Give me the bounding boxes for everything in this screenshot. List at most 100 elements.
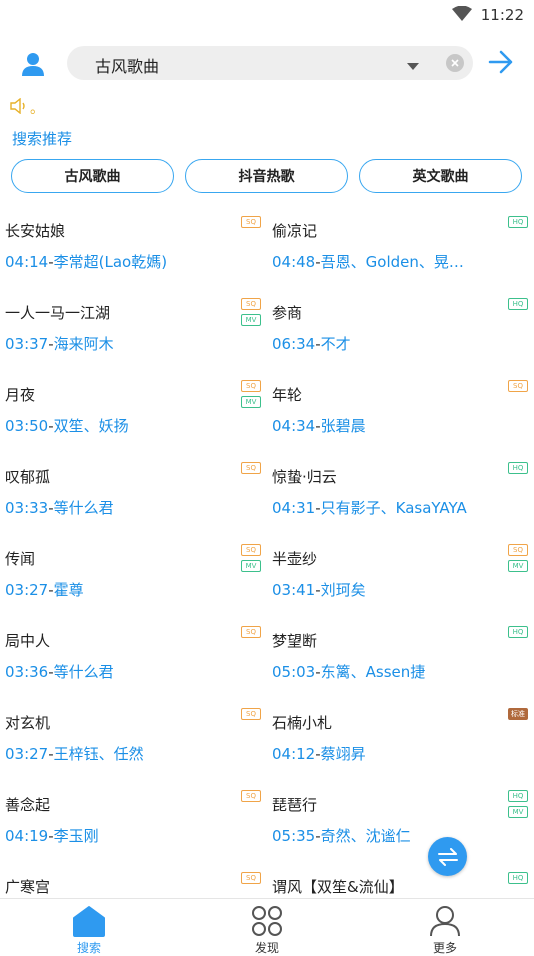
song-duration: 03:37 — [5, 335, 49, 353]
song-meta: 03:41-刘珂矣 — [272, 579, 366, 600]
chip-recommend[interactable]: 英文歌曲 — [359, 159, 522, 193]
chip-recommend[interactable]: 抖音热歌 — [185, 159, 348, 193]
song-duration: 03:41 — [272, 581, 316, 599]
song-meta: 03:27-王梓钰、任然 — [5, 743, 144, 764]
song-row: 局中人 03:36-等什么君 SQ 梦望断 05:03-东篱、Assen捷 HQ — [0, 618, 534, 700]
nav-discover[interactable]: 发现 — [178, 899, 356, 955]
song-title: 一人一马一江湖 — [5, 304, 111, 322]
nav-search[interactable]: 搜索 — [0, 899, 178, 955]
song-title: 琵琶行 — [272, 796, 318, 814]
recommend-label: 搜索推荐 — [12, 130, 73, 148]
dropdown-caret-icon[interactable] — [407, 56, 419, 75]
song-title: 梦望断 — [272, 632, 318, 650]
song-item[interactable]: 善念起 04:19-李玉刚 SQ — [0, 782, 267, 864]
song-meta: 03:36-等什么君 — [5, 661, 114, 682]
song-duration: 05:03 — [272, 663, 316, 681]
song-duration: 04:34 — [272, 417, 316, 435]
song-item[interactable]: 叹郁孤 03:33-等什么君 SQ — [0, 454, 267, 536]
song-meta: 04:34-张碧晨 — [272, 415, 366, 436]
wifi-icon — [452, 5, 472, 25]
song-duration: 03:50 — [5, 417, 49, 435]
song-duration: 04:48 — [272, 253, 316, 271]
song-meta: 05:35-奇然、沈谧仁 — [272, 825, 411, 846]
song-artist: 海来阿木 — [53, 335, 114, 353]
song-meta: 04:48-吾恩、Golden、晃儿… — [272, 251, 477, 272]
quality-badge: SQ — [241, 790, 261, 802]
grid-icon — [250, 905, 284, 941]
song-meta: 05:03-东篱、Assen捷 — [272, 661, 425, 682]
song-item[interactable]: 石楠小札 04:12-蔡翊昇 标准 — [267, 700, 534, 782]
quality-badge: SQ — [241, 626, 261, 638]
notice-bar: 。 — [10, 97, 44, 118]
song-artist: 只有影子、KasaYAYA — [320, 499, 467, 517]
nav-more[interactable]: 更多 — [356, 899, 534, 955]
song-item[interactable]: 参商 06:34-不才 HQ — [267, 290, 534, 372]
notice-text: 。 — [30, 101, 44, 117]
swap-icon — [437, 847, 458, 866]
go-search-button[interactable] — [488, 50, 514, 78]
song-title: 石楠小札 — [272, 714, 333, 732]
search-bar: 古风歌曲 — [0, 44, 534, 84]
swap-button[interactable] — [428, 837, 467, 876]
song-row: 叹郁孤 03:33-等什么君 SQ 惊蛰·归云 04:31-只有影子、KasaYAYA H… — [0, 454, 534, 536]
song-meta: 04:19-李玉刚 — [5, 825, 99, 846]
song-item[interactable]: 局中人 03:36-等什么君 SQ — [0, 618, 267, 700]
close-icon — [451, 59, 459, 67]
quality-badge: SQ — [241, 216, 261, 228]
song-title: 惊蛰·归云 — [272, 468, 337, 486]
song-artist: 吾恩、Golden、晃儿… — [320, 253, 477, 271]
status-time: 11:22 — [480, 6, 524, 24]
song-artist: 李玉刚 — [53, 827, 99, 845]
song-item[interactable]: 年轮 04:34-张碧晨 SQ — [267, 372, 534, 454]
song-item[interactable]: 一人一马一江湖 03:37-海来阿木 SQ MV — [0, 290, 267, 372]
song-meta: 04:12-蔡翊昇 — [272, 743, 366, 764]
song-artist: 等什么君 — [53, 663, 114, 681]
song-item[interactable]: 惊蛰·归云 04:31-只有影子、KasaYAYA HQ — [267, 454, 534, 536]
song-item[interactable]: 半壶纱 03:41-刘珂矣 SQ MV — [267, 536, 534, 618]
quality-badge: MV — [241, 560, 261, 572]
song-item[interactable]: 广寒宫 SQ — [0, 864, 267, 898]
song-artist: 双笙、妖扬 — [53, 417, 129, 435]
clear-search-button[interactable] — [446, 54, 464, 72]
person-icon — [428, 905, 462, 941]
song-duration: 03:33 — [5, 499, 49, 517]
song-item[interactable]: 偷凉记 04:48-吾恩、Golden、晃儿… HQ — [267, 208, 534, 290]
song-item[interactable]: 传闻 03:27-霍尊 SQ MV — [0, 536, 267, 618]
song-title: 参商 — [272, 304, 303, 322]
quality-badge: HQ — [508, 462, 528, 474]
song-row: 长安姑娘 04:14-李常超(Lao乾媽) SQ 偷凉记 04:48-吾恩、Golden… — [0, 208, 534, 290]
user-avatar-icon[interactable] — [16, 47, 50, 81]
quality-badge: HQ — [508, 872, 528, 884]
song-title: 传闻 — [5, 550, 36, 568]
song-item[interactable]: 长安姑娘 04:14-李常超(Lao乾媽) SQ — [0, 208, 267, 290]
song-title: 善念起 — [5, 796, 51, 814]
song-item[interactable]: 对玄机 03:27-王梓钰、任然 SQ — [0, 700, 267, 782]
song-artist: 不才 — [320, 335, 351, 353]
song-title: 广寒宫 — [5, 878, 51, 896]
song-duration: 06:34 — [272, 335, 316, 353]
song-item[interactable]: 梦望断 05:03-东篱、Assen捷 HQ — [267, 618, 534, 700]
song-list: 长安姑娘 04:14-李常超(Lao乾媽) SQ 偷凉记 04:48-吾恩、Golden… — [0, 208, 534, 898]
quality-badge: SQ — [508, 380, 528, 392]
search-input[interactable]: 古风歌曲 — [67, 46, 473, 80]
song-title: 对玄机 — [5, 714, 51, 732]
quality-badge: SQ — [241, 380, 261, 392]
recommend-chips: 古风歌曲 抖音热歌 英文歌曲 — [0, 159, 534, 195]
arrow-right-icon — [488, 50, 513, 74]
song-title: 年轮 — [272, 386, 303, 404]
song-item[interactable]: 琵琶行 05:35-奇然、沈谧仁 HQ MV — [267, 782, 534, 864]
song-row: 传闻 03:27-霍尊 SQ MV 半壶纱 03:41-刘珂矣 SQ MV — [0, 536, 534, 618]
quality-badge: HQ — [508, 626, 528, 638]
nav-label: 发现 — [254, 941, 279, 955]
song-artist: 奇然、沈谧仁 — [320, 827, 411, 845]
chip-recommend[interactable]: 古风歌曲 — [11, 159, 174, 193]
song-artist: 刘珂矣 — [320, 581, 366, 599]
song-item[interactable]: 谓风【双笙&流仙】 HQ — [267, 864, 534, 898]
quality-badge: MV — [241, 396, 261, 408]
speaker-icon — [10, 97, 28, 118]
song-duration: 04:12 — [272, 745, 316, 763]
song-duration: 04:19 — [5, 827, 49, 845]
song-item[interactable]: 月夜 03:50-双笙、妖扬 SQ MV — [0, 372, 267, 454]
search-input-value: 古风歌曲 — [95, 57, 160, 76]
song-duration: 03:36 — [5, 663, 49, 681]
